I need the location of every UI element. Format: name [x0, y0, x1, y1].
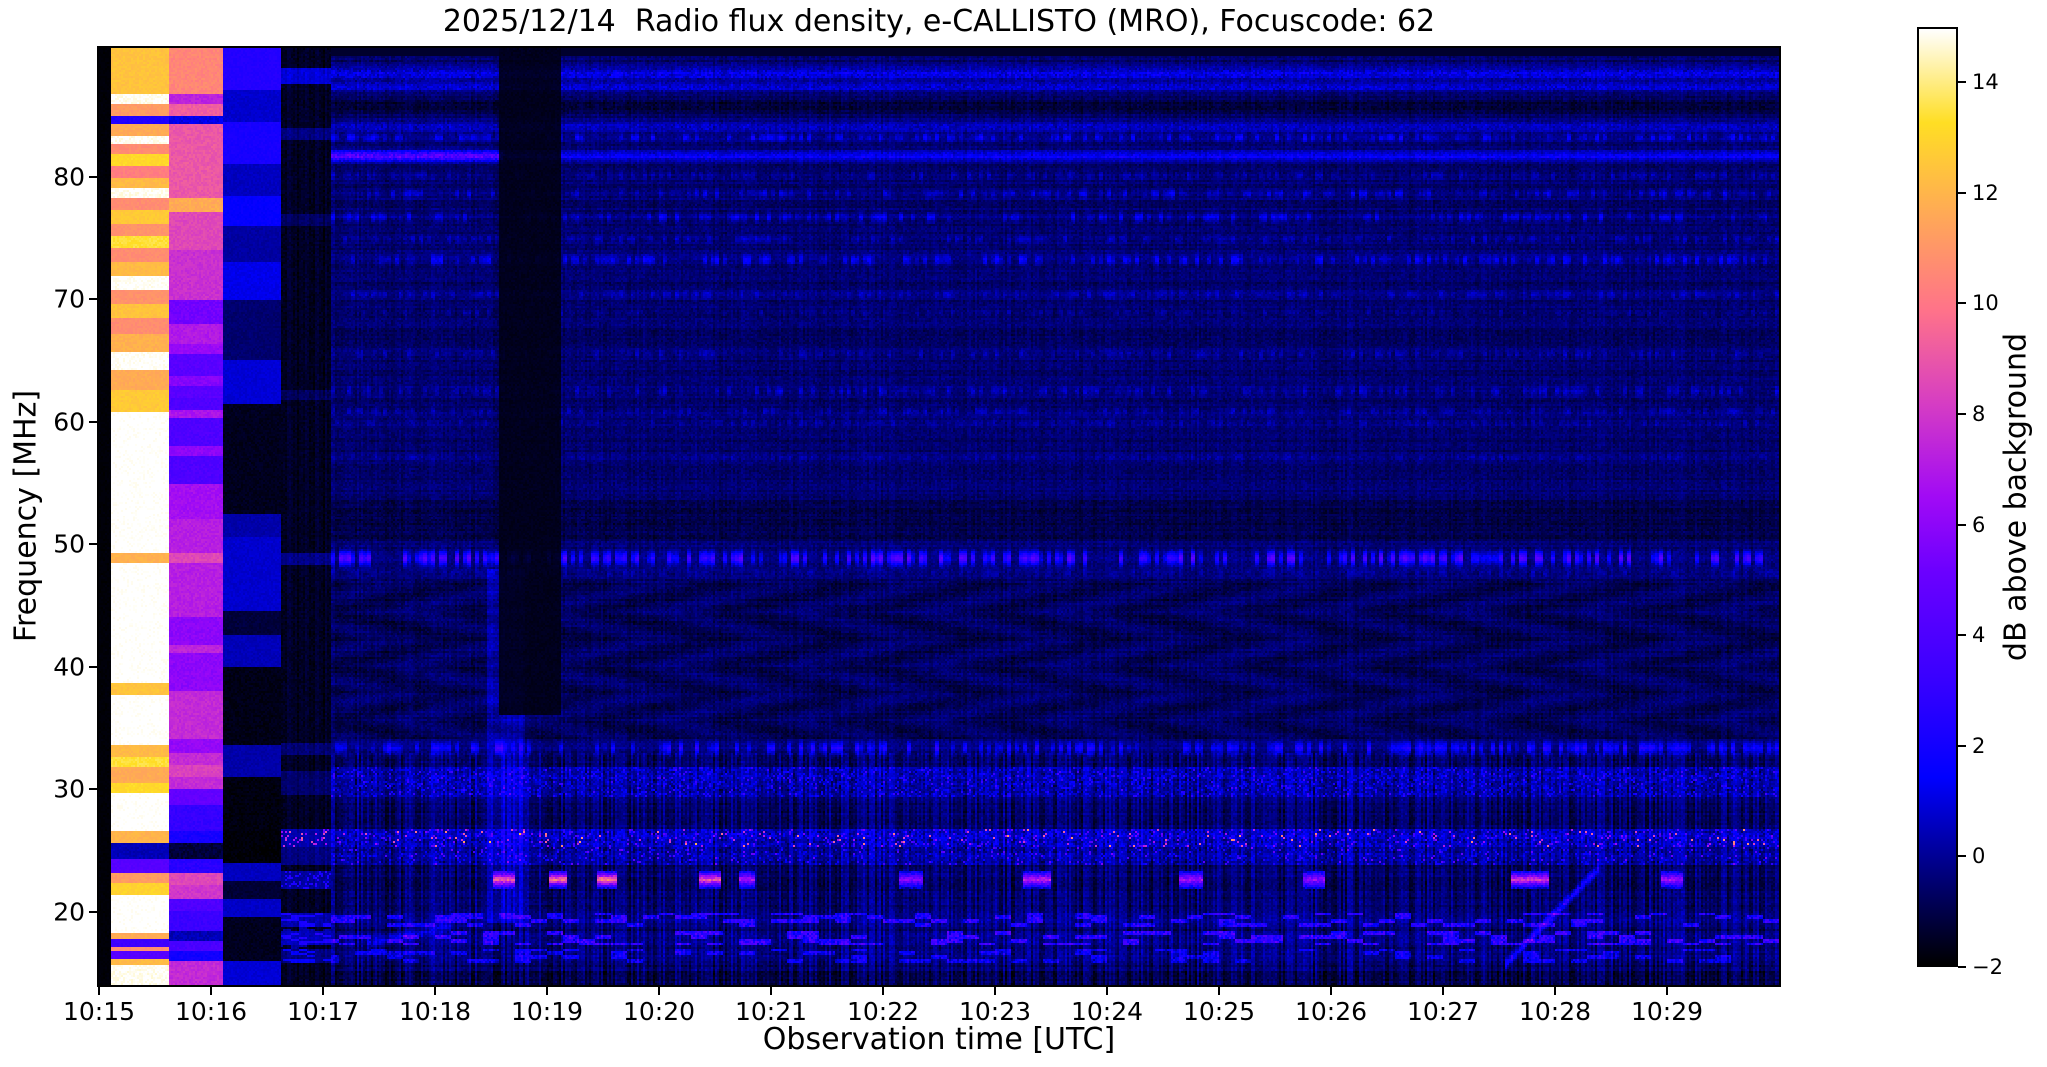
y-tick-label: 30: [53, 774, 85, 804]
x-tick-label: 10:23: [958, 997, 1032, 1026]
colorbar-tick-label: −2: [1972, 955, 2003, 979]
x-tick-mark: [1666, 987, 1668, 995]
colorbar: [1917, 27, 1958, 967]
colorbar-tick-mark: [1958, 744, 1966, 747]
x-tick-label: 10:17: [286, 997, 360, 1026]
x-tick-mark: [434, 987, 436, 995]
colorbar-tick-label: 8: [1972, 402, 1986, 427]
y-tick-mark: [89, 175, 97, 178]
x-tick-mark: [1218, 987, 1220, 995]
colorbar-tick-label: 2: [1972, 733, 1986, 758]
y-tick-label: 80: [53, 162, 85, 192]
colorbar-tick-mark: [1958, 523, 1966, 526]
x-tick-mark: [882, 987, 884, 995]
y-tick-label: 70: [53, 284, 85, 314]
chart-title: 2025/12/14 Radio flux density, e-CALLIST…: [442, 4, 1436, 39]
y-tick-label: 40: [53, 652, 85, 682]
x-tick-mark: [770, 987, 772, 995]
spectrogram-figure: 2025/12/14 Radio flux density, e-CALLIST…: [0, 0, 2047, 1067]
x-tick-label: 10:19: [510, 997, 584, 1026]
x-tick-mark: [1554, 987, 1556, 995]
colorbar-tick-label: 6: [1972, 512, 1986, 537]
y-tick-mark: [89, 543, 97, 546]
y-tick-mark: [89, 298, 97, 301]
y-tick-mark: [89, 665, 97, 668]
plot-area-frame: [97, 46, 1781, 987]
x-tick-label: 10:28: [1518, 997, 1592, 1026]
x-tick-label: 10:22: [846, 997, 920, 1026]
colorbar-tick-mark: [1958, 191, 1966, 194]
colorbar-tick-label: 12: [1972, 180, 1999, 205]
x-tick-mark: [98, 987, 100, 995]
y-tick-label: 50: [53, 529, 85, 559]
colorbar-tick-mark: [1958, 966, 1966, 968]
colorbar-tick-mark: [1958, 634, 1966, 637]
x-tick-label: 10:27: [1406, 997, 1480, 1026]
colorbar-tick-mark: [1958, 413, 1966, 416]
colorbar-label: dB above background: [1998, 332, 2034, 662]
colorbar-tick-label: 14: [1972, 70, 1999, 95]
x-tick-label: 10:21: [734, 997, 808, 1026]
x-tick-mark: [1330, 987, 1332, 995]
colorbar-tick-label: 0: [1972, 844, 1986, 869]
y-tick-label: 20: [53, 897, 85, 926]
x-tick-mark: [658, 987, 660, 995]
x-tick-label: 10:15: [62, 997, 136, 1026]
colorbar-tick-label: 4: [1972, 623, 1986, 648]
colorbar-tick-mark: [1958, 81, 1966, 84]
colorbar-tick-label: 10: [1972, 291, 1999, 316]
colorbar-tick-mark: [1958, 302, 1966, 305]
x-tick-label: 10:26: [1294, 997, 1368, 1026]
x-axis-label: Observation time [UTC]: [762, 1022, 1116, 1057]
spectrogram-heatmap: [99, 48, 1779, 985]
x-tick-label: 10:24: [1070, 997, 1144, 1026]
x-tick-mark: [322, 987, 324, 995]
x-tick-mark: [210, 987, 212, 995]
x-tick-label: 10:18: [398, 997, 472, 1026]
y-tick-mark: [89, 788, 97, 791]
x-tick-label: 10:20: [622, 997, 696, 1026]
x-tick-mark: [1442, 987, 1444, 995]
x-tick-mark: [546, 987, 548, 995]
x-tick-label: 10:29: [1630, 997, 1704, 1026]
colorbar-tick-mark: [1958, 855, 1966, 858]
x-tick-label: 10:25: [1182, 997, 1256, 1026]
y-tick-mark: [89, 910, 97, 913]
x-tick-mark: [994, 987, 996, 995]
x-tick-label: 10:16: [174, 997, 248, 1026]
y-tick-mark: [89, 420, 97, 423]
y-tick-label: 60: [53, 407, 85, 437]
x-tick-mark: [1106, 987, 1108, 995]
